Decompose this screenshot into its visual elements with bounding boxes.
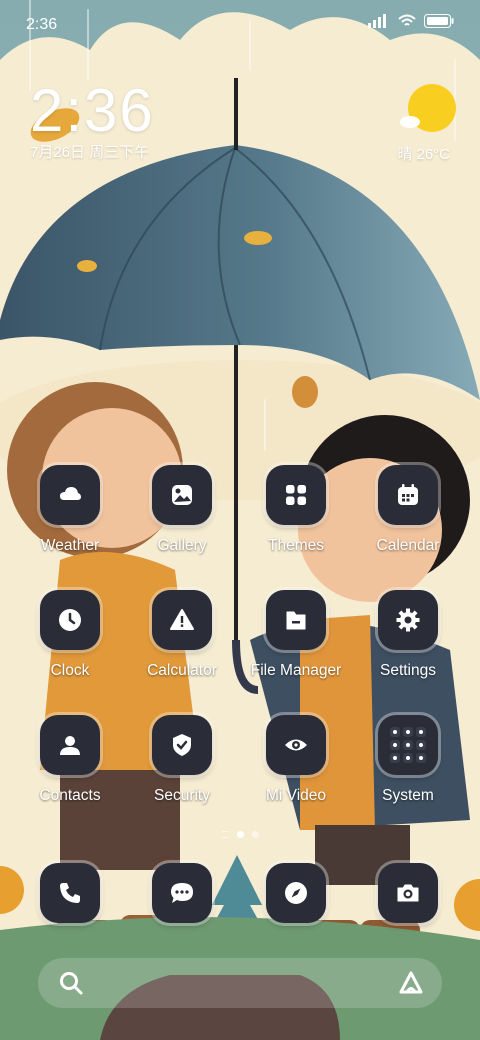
app-tile[interactable]	[152, 715, 212, 775]
contacts-icon	[60, 736, 80, 755]
app-security[interactable]: Security	[126, 715, 238, 825]
app-label: Settings	[379, 662, 436, 679]
dock-browser[interactable]	[240, 863, 352, 925]
page-dot	[251, 830, 259, 838]
app-weather[interactable]: Weather	[14, 465, 126, 575]
app-clock[interactable]: Clock	[14, 590, 126, 700]
page-dot-active	[236, 830, 244, 838]
status-bar: 2:36	[0, 0, 480, 48]
weather-icon	[60, 487, 81, 500]
app-tile[interactable]	[152, 590, 212, 650]
app-tile[interactable]	[378, 715, 438, 775]
dock-tile[interactable]	[266, 863, 326, 923]
app-label: Themes	[268, 537, 324, 554]
app-label: Calendar	[376, 537, 440, 554]
ai-assistant-icon[interactable]	[398, 970, 424, 996]
app-label: Mi Video	[265, 787, 327, 804]
app-tile[interactable]	[266, 465, 326, 525]
signal-icon	[368, 14, 386, 28]
status-time: 2:36	[26, 16, 58, 33]
app-tile[interactable]	[40, 590, 100, 650]
dock-camera[interactable]	[352, 863, 464, 925]
phone-icon	[60, 883, 80, 903]
dock-phone[interactable]	[14, 863, 126, 925]
app-gallery[interactable]: Gallery	[126, 465, 238, 575]
clock-widget[interactable]: 2:36 7月26日 周三下午	[30, 76, 155, 162]
page-indicator-list-icon	[221, 830, 229, 838]
page-indicator	[200, 828, 280, 840]
weather-widget[interactable]: 晴 26°C	[370, 82, 456, 164]
messages-icon	[171, 883, 193, 903]
dock-tile[interactable]	[152, 863, 212, 923]
app-label: Security	[154, 787, 210, 804]
search-bar[interactable]	[38, 958, 442, 1008]
calendar-icon	[398, 484, 418, 505]
security-icon	[173, 734, 191, 756]
app-tile[interactable]	[40, 715, 100, 775]
dock-tile[interactable]	[378, 863, 438, 923]
app-tile[interactable]	[266, 590, 326, 650]
app-tile[interactable]	[152, 465, 212, 525]
widget-time: 2:36	[30, 77, 155, 144]
status-icons	[368, 14, 454, 28]
app-tile[interactable]	[40, 465, 100, 525]
app-tile[interactable]	[378, 465, 438, 525]
wifi-icon	[398, 14, 416, 26]
app-label: File Manager	[250, 662, 342, 679]
mi-video-icon	[285, 739, 307, 751]
app-settings[interactable]: Settings	[352, 590, 464, 700]
app-label: Contacts	[39, 787, 101, 804]
system-folder-icon	[390, 727, 426, 763]
sunny-icon	[400, 84, 456, 132]
themes-icon	[286, 485, 306, 505]
browser-icon	[285, 882, 307, 904]
app-themes[interactable]: Themes	[240, 465, 352, 575]
camera-icon	[397, 884, 419, 902]
app-tile[interactable]	[378, 590, 438, 650]
app-contacts[interactable]: Contacts	[14, 715, 126, 825]
app-calculator[interactable]: Calculator	[126, 590, 238, 700]
app-tile[interactable]	[266, 715, 326, 775]
app-system[interactable]: System	[352, 715, 464, 825]
app-mi-video[interactable]: Mi Video	[240, 715, 352, 825]
calculator-icon	[170, 609, 194, 630]
battery-icon	[424, 14, 454, 28]
app-file-manager[interactable]: File Manager	[240, 590, 352, 700]
file-manager-icon	[286, 611, 306, 630]
app-label: System	[382, 787, 434, 804]
app-label: Weather	[40, 537, 100, 554]
widget-date: 7月26日 周三下午	[30, 144, 150, 161]
gallery-icon	[172, 485, 192, 505]
app-label: Calculator	[147, 662, 217, 679]
clock-icon	[59, 609, 81, 631]
settings-icon	[396, 608, 420, 632]
app-label: Gallery	[157, 537, 207, 554]
search-icon[interactable]	[58, 970, 84, 996]
dock-messages[interactable]	[126, 863, 238, 925]
dock-tile[interactable]	[40, 863, 100, 923]
weather-text: 晴 26°C	[397, 146, 450, 163]
app-label: Clock	[50, 662, 90, 679]
app-calendar[interactable]: Calendar	[352, 465, 464, 575]
